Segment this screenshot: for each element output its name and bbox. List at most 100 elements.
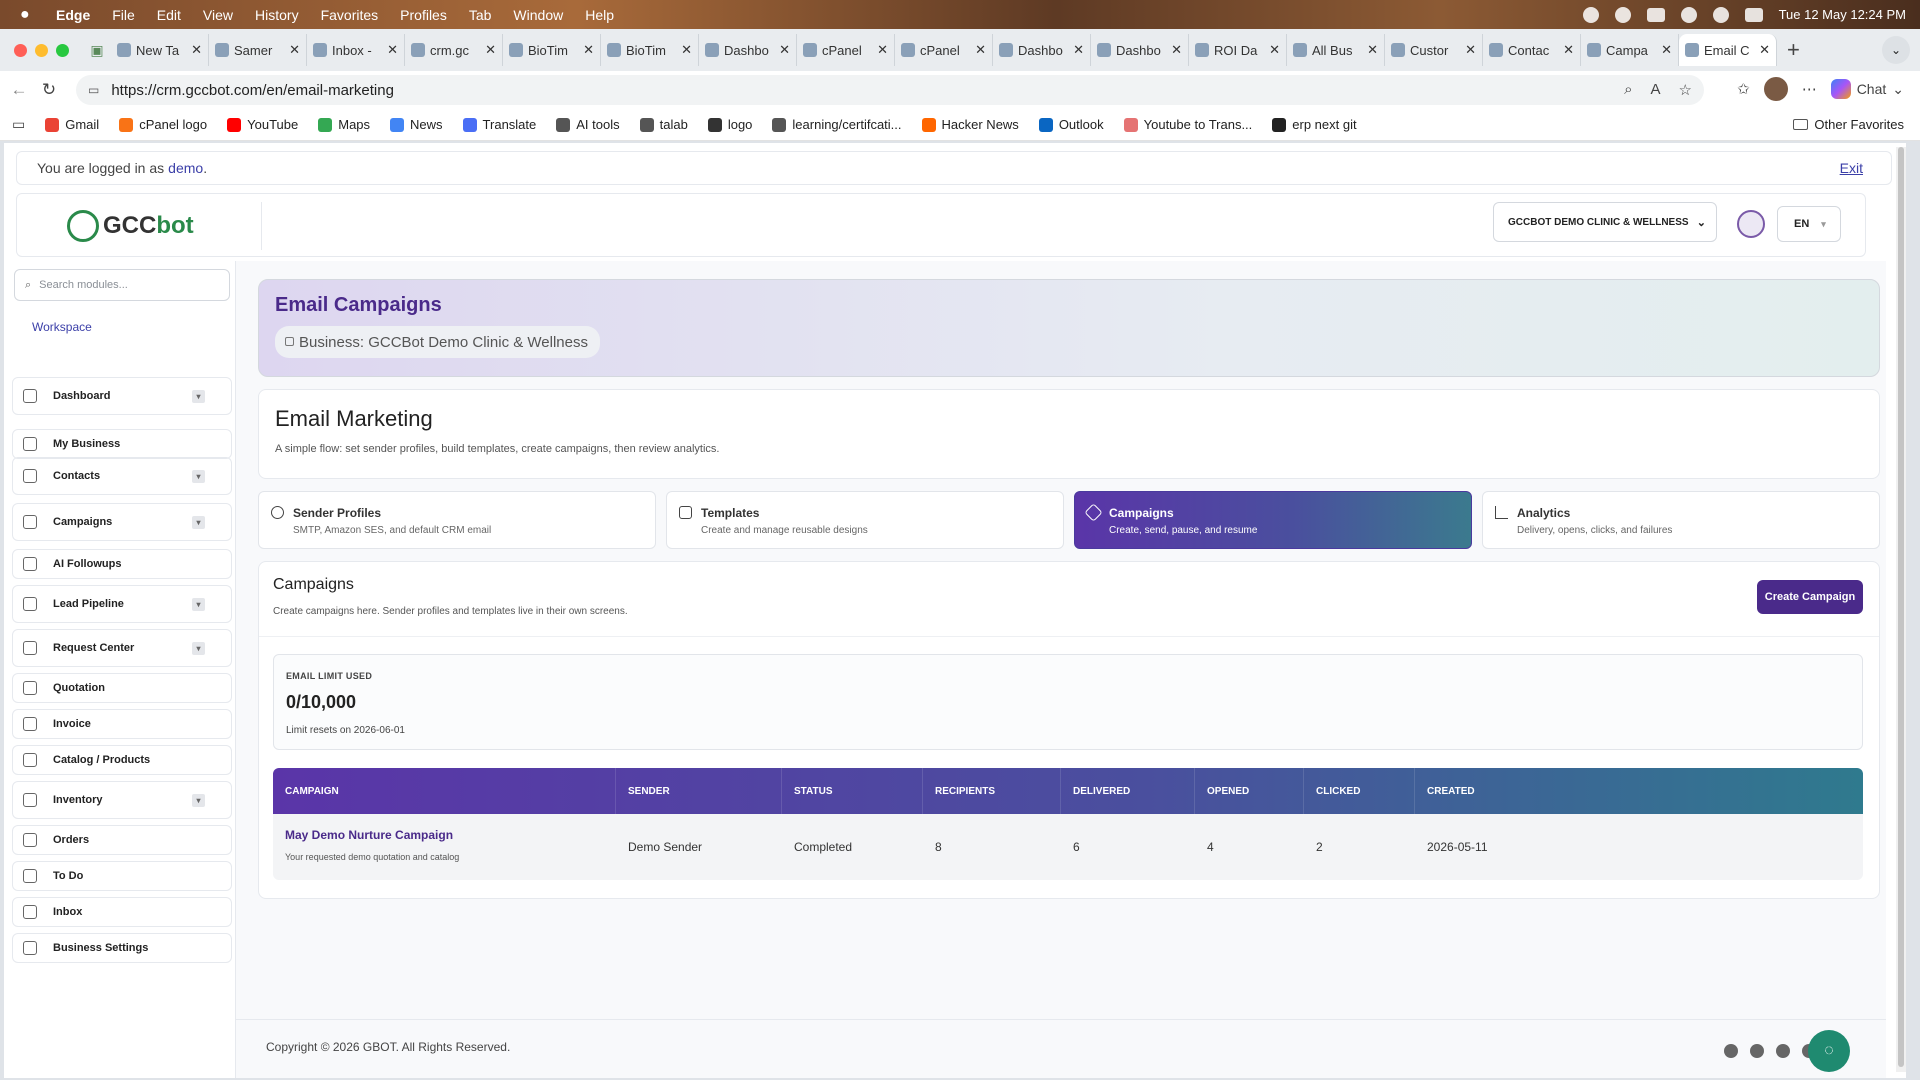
x-icon[interactable] xyxy=(1750,1044,1764,1058)
close-tab-icon[interactable]: ✕ xyxy=(779,42,790,58)
menu-history[interactable]: History xyxy=(255,7,299,23)
sidebar-item-dashboard[interactable]: Dashboard ▾ xyxy=(12,377,232,415)
close-tab-icon[interactable]: ✕ xyxy=(877,42,888,58)
bookmark-item[interactable]: Gmail xyxy=(45,117,99,132)
col-opened[interactable]: OPENED xyxy=(1195,768,1304,814)
browser-tab[interactable]: BioTim ✕ xyxy=(601,34,699,66)
bookmark-item[interactable]: YouTube xyxy=(227,117,298,132)
table-row[interactable]: May Demo Nurture Campaign Your requested… xyxy=(273,814,1863,880)
status-app-icon[interactable] xyxy=(1582,6,1599,23)
login-user[interactable]: demo xyxy=(168,160,203,176)
sidebar-item-my-business[interactable]: My Business xyxy=(12,429,232,459)
col-sender[interactable]: SENDER xyxy=(616,768,782,814)
sidebar-item-inbox[interactable]: Inbox xyxy=(12,897,232,927)
reload-icon[interactable]: ↻ xyxy=(38,80,60,100)
sidebar-item-request-center[interactable]: Request Center ▾ xyxy=(12,629,232,667)
profile-avatar[interactable] xyxy=(1763,77,1788,101)
sidebar-toggle-icon[interactable]: ▭ xyxy=(12,116,25,133)
col-recipients[interactable]: RECIPIENTS xyxy=(923,768,1061,814)
bookmark-item[interactable]: logo xyxy=(707,117,752,132)
browser-tab[interactable]: BioTim ✕ xyxy=(503,34,601,66)
close-tab-icon[interactable]: ✕ xyxy=(289,42,300,58)
facebook-icon[interactable] xyxy=(1724,1044,1738,1058)
more-menu-icon[interactable]: ⋯ xyxy=(1802,80,1817,98)
scrollbar-thumb[interactable] xyxy=(1898,147,1904,1067)
chevron-down-icon[interactable]: ▾ xyxy=(192,515,205,529)
menu-app-name[interactable]: Edge xyxy=(56,7,90,23)
menu-profiles[interactable]: Profiles xyxy=(400,7,447,23)
close-tab-icon[interactable]: ✕ xyxy=(1661,42,1672,58)
battery-icon[interactable] xyxy=(1646,7,1665,22)
language-select[interactable]: EN ▾ xyxy=(1777,206,1841,242)
chevron-down-icon[interactable]: ▾ xyxy=(192,793,205,807)
url-field[interactable]: ▭ https://crm.gccbot.com/en/email-market… xyxy=(76,75,1704,105)
close-tab-icon[interactable]: ✕ xyxy=(485,42,496,58)
zoom-icon[interactable]: ⌕ xyxy=(1624,81,1632,99)
menu-view[interactable]: View xyxy=(203,7,233,23)
instagram-icon[interactable] xyxy=(1776,1044,1790,1058)
sidebar-item-contacts[interactable]: Contacts ▾ xyxy=(12,457,232,495)
bookmark-item[interactable]: Translate xyxy=(462,117,536,132)
close-tab-icon[interactable]: ✕ xyxy=(1465,42,1476,58)
col-delivered[interactable]: DELIVERED xyxy=(1061,768,1195,814)
browser-tab[interactable]: crm.gc ✕ xyxy=(405,34,503,66)
apple-icon[interactable]: ● xyxy=(20,6,40,24)
browser-tab[interactable]: All Bus ✕ xyxy=(1287,34,1385,66)
tab-templates[interactable]: Templates Create and manage reusable des… xyxy=(666,491,1064,549)
sidebar-item-orders[interactable]: Orders xyxy=(12,825,232,855)
bookmark-item[interactable]: News xyxy=(390,117,443,132)
browser-tab[interactable]: Dashbo ✕ xyxy=(699,34,797,66)
bookmark-item[interactable]: learning/certifcati... xyxy=(772,117,902,132)
close-tab-icon[interactable]: ✕ xyxy=(681,42,692,58)
menu-tab[interactable]: Tab xyxy=(469,7,492,23)
user-avatar[interactable] xyxy=(1737,210,1765,238)
browser-tab[interactable]: Inbox - ✕ xyxy=(307,34,405,66)
browser-tab[interactable]: Contac ✕ xyxy=(1483,34,1581,66)
browser-tab[interactable]: Dashbo ✕ xyxy=(993,34,1091,66)
close-tab-icon[interactable]: ✕ xyxy=(1759,42,1770,58)
site-info-icon[interactable]: ▭ xyxy=(88,83,99,97)
back-icon[interactable]: ← xyxy=(8,80,30,100)
col-clicked[interactable]: CLICKED xyxy=(1304,768,1415,814)
close-tab-icon[interactable]: ✕ xyxy=(583,42,594,58)
browser-tab[interactable]: Dashbo ✕ xyxy=(1091,34,1189,66)
browser-tab[interactable]: ROI Da ✕ xyxy=(1189,34,1287,66)
menu-help[interactable]: Help xyxy=(585,7,614,23)
cloud-icon[interactable] xyxy=(1614,6,1631,23)
sidebar-item-invoice[interactable]: Invoice xyxy=(12,709,232,739)
close-tab-icon[interactable]: ✕ xyxy=(975,42,986,58)
close-tab-icon[interactable]: ✕ xyxy=(387,42,398,58)
create-campaign-button[interactable]: Create Campaign xyxy=(1757,580,1863,614)
copilot-chat-button[interactable]: Chat ⌄ xyxy=(1830,79,1904,99)
chevron-down-icon[interactable]: ▾ xyxy=(192,389,205,403)
sidebar-item-quotation[interactable]: Quotation xyxy=(12,673,232,703)
search-icon[interactable] xyxy=(1712,6,1729,23)
close-tab-icon[interactable]: ✕ xyxy=(1269,42,1280,58)
browser-tab[interactable]: Campa ✕ xyxy=(1581,34,1679,66)
chevron-down-icon[interactable]: ▾ xyxy=(192,641,205,655)
favorites-icon[interactable]: ✩ xyxy=(1737,80,1750,98)
other-favorites[interactable]: Other Favorites xyxy=(1793,117,1904,132)
col-status[interactable]: STATUS xyxy=(782,768,923,814)
col-campaign[interactable]: CAMPAIGN xyxy=(273,768,616,814)
favorite-star-icon[interactable]: ☆ xyxy=(1679,81,1692,99)
bookmark-item[interactable]: erp next git xyxy=(1272,117,1357,132)
module-search-input[interactable]: ⌕ Search modules... xyxy=(14,269,230,301)
sidebar-item-campaigns[interactable]: Campaigns ▾ xyxy=(12,503,232,541)
chevron-down-icon[interactable]: ▾ xyxy=(192,597,205,611)
close-tab-icon[interactable]: ✕ xyxy=(1367,42,1378,58)
sidebar-item-lead-pipeline[interactable]: Lead Pipeline ▾ xyxy=(12,585,232,623)
browser-tab[interactable]: cPanel ✕ xyxy=(797,34,895,66)
business-select[interactable]: GCCBOT DEMO CLINIC & WELLNESS ⌄ xyxy=(1493,202,1717,242)
close-tab-icon[interactable]: ✕ xyxy=(1563,42,1574,58)
close-window-icon[interactable] xyxy=(14,43,27,57)
menubar-clock[interactable]: Tue 12 May 12:24 PM xyxy=(1779,7,1906,22)
bookmark-item[interactable]: cPanel logo xyxy=(119,117,207,132)
tab-campaigns[interactable]: Campaigns Create, send, pause, and resum… xyxy=(1074,491,1472,549)
new-tab-icon[interactable]: + xyxy=(1787,37,1800,63)
menu-file[interactable]: File xyxy=(112,7,135,23)
browser-tab[interactable]: New Ta ✕ xyxy=(111,34,209,66)
control-center-icon[interactable] xyxy=(1744,7,1763,22)
tab-analytics[interactable]: Analytics Delivery, opens, clicks, and f… xyxy=(1482,491,1880,549)
campaign-name-link[interactable]: May Demo Nurture Campaign xyxy=(285,828,453,842)
